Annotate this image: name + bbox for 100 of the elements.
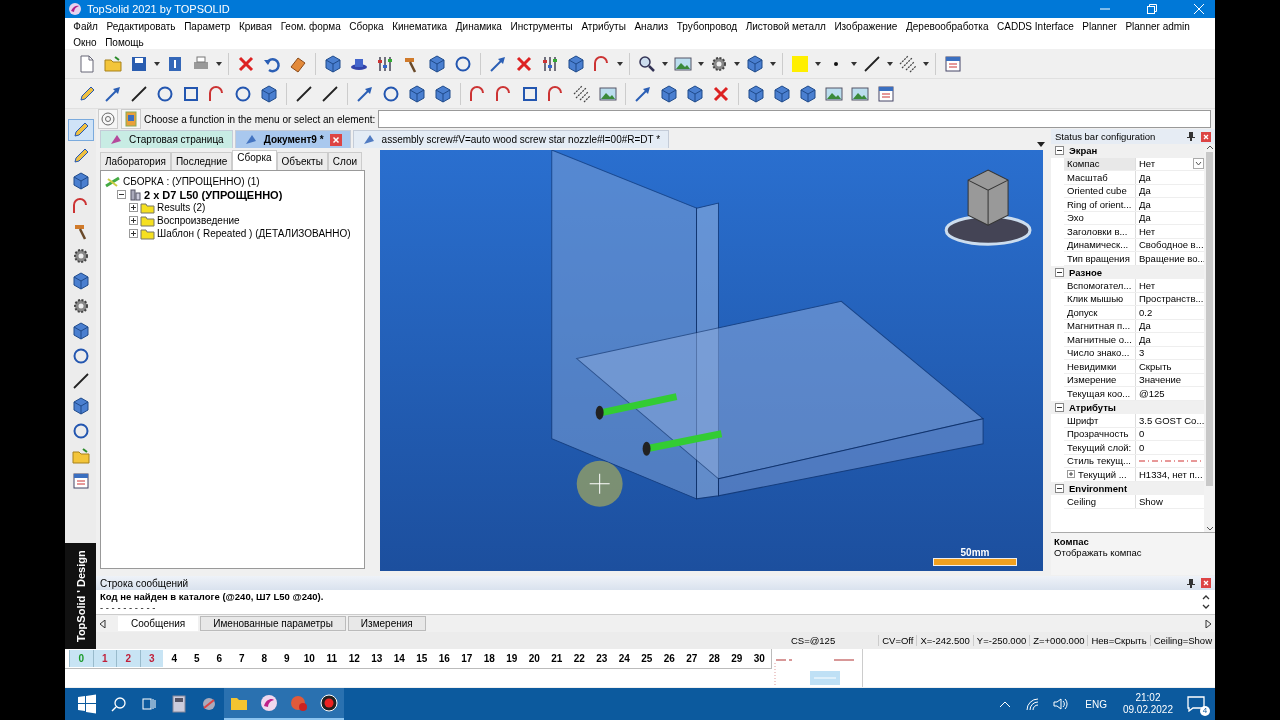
scrollbar[interactable] bbox=[1204, 144, 1215, 533]
search-icon[interactable] bbox=[111, 696, 127, 712]
close-icon[interactable] bbox=[1201, 578, 1211, 589]
layer-number[interactable]: 9 bbox=[275, 650, 298, 667]
layer-number[interactable]: 29 bbox=[725, 650, 748, 667]
menu-item[interactable]: Параметр bbox=[179, 19, 235, 34]
wifi-icon[interactable] bbox=[1025, 697, 1040, 711]
cube-icon[interactable] bbox=[407, 83, 427, 104]
property-row[interactable]: Масштаб Да bbox=[1064, 171, 1204, 185]
layer-number[interactable]: 11 bbox=[320, 650, 343, 667]
windows-start-icon[interactable] bbox=[77, 694, 97, 714]
scroll-left-icon[interactable] bbox=[100, 619, 106, 628]
cube-icon[interactable] bbox=[772, 83, 792, 104]
layer-number[interactable]: 20 bbox=[523, 650, 546, 667]
menu-item[interactable]: Атрибуты bbox=[577, 19, 631, 34]
scroll-up-icon[interactable] bbox=[1205, 144, 1214, 150]
cube-icon[interactable] bbox=[70, 321, 91, 341]
tree-item[interactable]: СБОРКА : (УПРОЩЕННО) (1) bbox=[123, 176, 260, 187]
caret-icon[interactable] bbox=[662, 61, 668, 66]
layer-number[interactable]: 14 bbox=[388, 650, 411, 667]
collapse-toggle[interactable] bbox=[1055, 483, 1064, 493]
property-row[interactable]: Текущий слой: 0 bbox=[1064, 441, 1204, 455]
layer-number[interactable]: 7 bbox=[230, 650, 253, 667]
property-row[interactable]: Число знако... 3 bbox=[1064, 346, 1204, 360]
layer-number[interactable]: 16 bbox=[433, 650, 456, 667]
property-row[interactable]: Динамическ... Свободное в... bbox=[1064, 238, 1204, 252]
layer-number[interactable]: 13 bbox=[365, 650, 388, 667]
property-row[interactable]: Шрифт 3.5 GOST Co... bbox=[1064, 414, 1204, 428]
cube-icon[interactable] bbox=[259, 83, 279, 104]
cube-icon[interactable] bbox=[70, 271, 91, 291]
property-row[interactable]: Ring of orient... Да bbox=[1064, 198, 1204, 212]
property-row[interactable]: Невидимки Скрыть bbox=[1064, 360, 1204, 374]
expand-toggle[interactable] bbox=[129, 216, 138, 225]
cube-icon[interactable] bbox=[70, 171, 91, 191]
layer-number[interactable]: 18 bbox=[478, 650, 501, 667]
collapse-toggle[interactable] bbox=[117, 190, 126, 199]
menu-item[interactable]: Planner bbox=[1078, 19, 1122, 34]
line-icon[interactable] bbox=[294, 83, 314, 104]
clock[interactable]: 21:02 09.02.2022 bbox=[1122, 692, 1173, 716]
magnifier-icon[interactable] bbox=[637, 53, 657, 74]
property-row[interactable]: Текущая коо... @125 bbox=[1064, 387, 1204, 401]
layer-number[interactable]: 8 bbox=[253, 650, 276, 667]
caret-icon[interactable] bbox=[734, 61, 740, 66]
layers-icon[interactable] bbox=[70, 471, 91, 491]
app-logo-icon[interactable] bbox=[260, 694, 278, 712]
caret-icon[interactable] bbox=[698, 61, 704, 66]
panel-tab[interactable]: Лаборатория bbox=[100, 152, 171, 170]
pin-icon[interactable] bbox=[1187, 132, 1195, 141]
document-tab[interactable]: assembly screw#V=auto wood screw star nozzle#l=00#R=DT * bbox=[352, 130, 670, 148]
cube-icon[interactable] bbox=[433, 83, 453, 104]
caret-icon[interactable] bbox=[923, 61, 929, 66]
layer-number[interactable]: 24 bbox=[613, 650, 636, 667]
layer-number[interactable]: 10 bbox=[298, 650, 321, 667]
cube-icon[interactable] bbox=[659, 83, 679, 104]
panel-tab[interactable]: Слои bbox=[327, 152, 363, 170]
layer-number[interactable]: 6 bbox=[208, 650, 231, 667]
property-row[interactable]: Стиль текущ... bbox=[1064, 454, 1204, 468]
caret-icon[interactable] bbox=[154, 61, 160, 66]
scroll-right-icon[interactable] bbox=[1205, 619, 1211, 628]
layer-number[interactable]: 21 bbox=[545, 650, 568, 667]
cube-icon[interactable] bbox=[685, 83, 705, 104]
line-icon[interactable] bbox=[129, 83, 149, 104]
expand-toggle[interactable] bbox=[129, 229, 138, 238]
hatch-icon[interactable] bbox=[898, 53, 918, 74]
target-icon[interactable] bbox=[98, 109, 118, 129]
cube-icon[interactable] bbox=[798, 83, 818, 104]
property-row[interactable]: Магнитная п... Да bbox=[1064, 319, 1204, 333]
document-tab[interactable]: Документ9 * bbox=[234, 130, 351, 148]
document-icon[interactable] bbox=[121, 109, 141, 129]
command-field[interactable] bbox=[378, 110, 1211, 128]
collapse-toggle[interactable] bbox=[1055, 146, 1064, 156]
property-row[interactable]: Oriented cube Да bbox=[1064, 184, 1204, 198]
language-indicator[interactable]: ENG bbox=[1083, 698, 1109, 710]
menu-item[interactable]: Помощь bbox=[100, 35, 149, 50]
cube-icon[interactable] bbox=[70, 396, 91, 416]
menu-item[interactable]: Динамика bbox=[451, 19, 507, 34]
layer-number[interactable]: 28 bbox=[703, 650, 726, 667]
collapse-toggle[interactable] bbox=[1055, 267, 1064, 277]
task-view-icon[interactable] bbox=[141, 696, 157, 712]
property-row[interactable]: Клик мышью Пространств... bbox=[1064, 292, 1204, 306]
cube-icon[interactable] bbox=[427, 53, 447, 74]
layer-number[interactable]: 27 bbox=[680, 650, 703, 667]
cube-icon[interactable] bbox=[746, 83, 766, 104]
caret-icon[interactable] bbox=[1037, 142, 1045, 148]
layer-number[interactable]: 3 bbox=[139, 650, 163, 667]
menu-item[interactable]: Листовой металл bbox=[741, 19, 831, 34]
message-tab[interactable]: Именованные параметры bbox=[200, 616, 346, 632]
layer-number[interactable]: 1 bbox=[92, 650, 116, 667]
panel-tab[interactable]: Последние bbox=[170, 152, 233, 170]
layer-number[interactable]: 30 bbox=[748, 650, 771, 667]
speaker-icon[interactable] bbox=[1053, 697, 1070, 711]
tree-item[interactable]: 2 x D7 L50 (УПРОЩЕННО) bbox=[144, 188, 283, 201]
folder-icon[interactable] bbox=[103, 53, 123, 74]
menu-item[interactable]: Кривая bbox=[234, 19, 277, 34]
menu-item[interactable]: Planner admin bbox=[1121, 19, 1195, 34]
layer-number[interactable]: 5 bbox=[185, 650, 208, 667]
cube-icon[interactable] bbox=[323, 53, 343, 74]
layer-number[interactable]: 4 bbox=[163, 650, 186, 667]
layer-number[interactable]: 26 bbox=[658, 650, 681, 667]
menu-item[interactable]: Геом. форма bbox=[276, 19, 345, 34]
